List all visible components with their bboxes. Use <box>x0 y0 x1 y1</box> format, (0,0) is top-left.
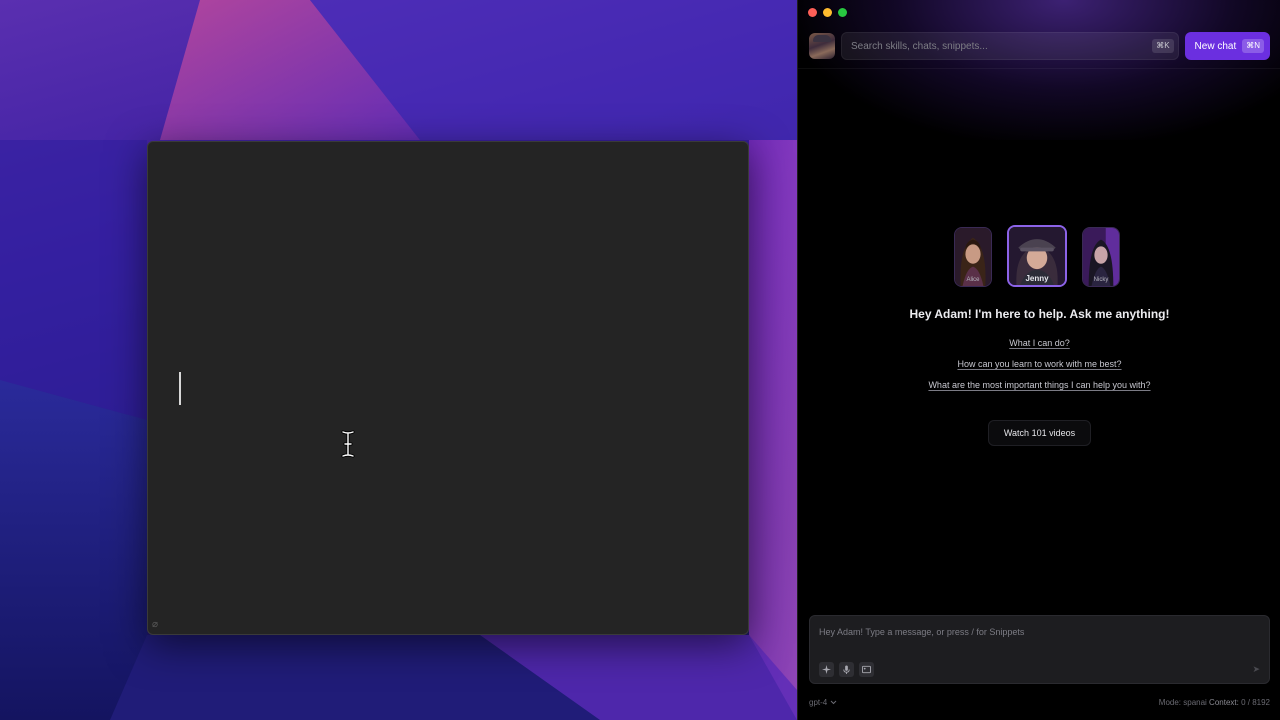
new-chat-label: New chat <box>1194 40 1237 52</box>
watch-videos-button[interactable]: Watch 101 videos <box>988 420 1091 446</box>
window-controls <box>808 8 847 17</box>
persona-name: Alice <box>966 277 980 283</box>
ibeam-cursor-icon <box>341 430 355 458</box>
chevron-down-icon <box>830 700 837 704</box>
send-icon[interactable]: ➤ <box>1252 664 1260 675</box>
search-box[interactable]: Search skills, chats, snippets... ⌘K <box>841 32 1179 60</box>
close-window-button[interactable] <box>808 8 817 17</box>
new-chat-shortcut-badge: ⌘N <box>1242 39 1264 53</box>
persona-name: Nicky <box>1093 277 1109 283</box>
persona-picker: Alice Jenny Nicky <box>954 225 1120 291</box>
attach-icon[interactable]: ⌀ <box>152 619 158 630</box>
zoom-window-button[interactable] <box>838 8 847 17</box>
context-value: 0 / 8192 <box>1241 697 1270 707</box>
search-shortcut-badge: ⌘K <box>1152 39 1174 53</box>
minimize-window-button[interactable] <box>823 8 832 17</box>
composer-toolbar <box>819 662 874 677</box>
microphone-icon[interactable] <box>839 662 854 677</box>
header-divider <box>798 68 1280 69</box>
header-glow <box>798 0 1280 140</box>
persona-name: Jenny <box>1025 274 1049 283</box>
model-selector[interactable]: gpt-4 <box>809 698 837 707</box>
model-name: gpt-4 <box>809 697 828 707</box>
mode-label: Mode: spanai <box>1158 697 1207 707</box>
context-label: Context: <box>1209 697 1239 707</box>
suggestion-list: What I can do? How can you learn to work… <box>798 337 1280 392</box>
message-composer[interactable]: Hey Adam! Type a message, or press / for… <box>809 615 1270 684</box>
image-icon[interactable] <box>859 662 874 677</box>
top-bar: Search skills, chats, snippets... ⌘K New… <box>809 32 1270 60</box>
suggestion-link[interactable]: What I can do? <box>1009 337 1070 350</box>
search-input[interactable]: Search skills, chats, snippets... <box>851 41 1152 52</box>
text-caret <box>179 372 181 405</box>
persona-alice[interactable]: Alice <box>954 227 992 287</box>
persona-nicky[interactable]: Nicky <box>1082 227 1120 287</box>
sparkle-icon[interactable] <box>819 662 834 677</box>
persona-jenny[interactable]: Jenny <box>1007 225 1067 287</box>
status-bar: gpt-4 Mode: spanai Context: 0 / 8192 <box>809 696 1270 708</box>
suggestion-link[interactable]: How can you learn to work with me best? <box>957 358 1121 371</box>
suggestion-link[interactable]: What are the most important things I can… <box>928 379 1150 392</box>
greeting-heading: Hey Adam! I'm here to help. Ask me anyth… <box>909 307 1170 321</box>
assistant-panel: Search skills, chats, snippets... ⌘K New… <box>797 0 1280 720</box>
context-info: Mode: spanai Context: 0 / 8192 <box>1159 698 1270 707</box>
text-editor-window[interactable]: ⌀ <box>147 141 749 635</box>
new-chat-button[interactable]: New chat ⌘N <box>1184 32 1270 60</box>
user-avatar[interactable] <box>809 33 835 59</box>
message-input[interactable]: Hey Adam! Type a message, or press / for… <box>819 627 1024 637</box>
